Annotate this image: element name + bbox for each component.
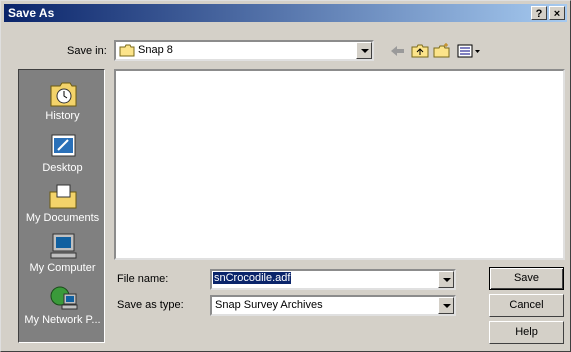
- help-button[interactable]: Help: [489, 321, 564, 344]
- place-my-computer[interactable]: My Computer: [19, 232, 106, 274]
- place-history[interactable]: History: [19, 80, 106, 122]
- places-bar: History Desktop My Documents My Computer…: [18, 69, 105, 343]
- save-as-type-dropdown[interactable]: Snap Survey Archives: [210, 295, 456, 316]
- place-desktop-label: Desktop: [42, 162, 83, 174]
- place-desktop[interactable]: Desktop: [19, 132, 106, 174]
- place-my-network-label: My Network P...: [24, 314, 101, 326]
- file-name-value: snCrocodile.adf: [213, 272, 292, 284]
- desktop-icon: [51, 134, 75, 157]
- save-as-type-dropdown-arrow[interactable]: [438, 297, 454, 314]
- place-my-computer-label: My Computer: [29, 262, 96, 274]
- save-in-label: Save in:: [67, 45, 107, 57]
- save-in-dropdown-arrow[interactable]: [356, 42, 372, 59]
- my-network-places-icon: [50, 286, 77, 310]
- my-computer-icon: [50, 233, 76, 259]
- file-name-dropdown-arrow[interactable]: [438, 271, 454, 288]
- history-icon: [50, 82, 76, 107]
- save-as-type-value: Snap Survey Archives: [215, 299, 323, 311]
- place-my-network-places[interactable]: My Network P...: [19, 284, 106, 326]
- window-title: Save As: [8, 6, 55, 20]
- my-documents-icon: [49, 184, 76, 209]
- title-bar: Save As ? ×: [4, 4, 567, 22]
- new-folder-icon[interactable]: [432, 42, 452, 60]
- place-history-label: History: [45, 110, 80, 122]
- place-my-documents[interactable]: My Documents: [19, 182, 106, 224]
- file-list[interactable]: [114, 69, 565, 260]
- place-my-documents-label: My Documents: [25, 212, 100, 224]
- file-name-input[interactable]: snCrocodile.adf: [210, 269, 456, 290]
- close-button[interactable]: ×: [549, 6, 565, 20]
- save-button[interactable]: Save: [489, 267, 564, 290]
- save-as-type-label: Save as type:: [117, 299, 184, 311]
- up-one-level-icon[interactable]: [410, 42, 430, 60]
- folder-icon: [119, 44, 135, 57]
- save-as-dialog: Save As ? × Save in: Snap 8 History Desk…: [0, 0, 571, 352]
- help-title-button[interactable]: ?: [531, 6, 547, 20]
- save-in-dropdown[interactable]: Snap 8: [114, 40, 374, 61]
- cancel-button[interactable]: Cancel: [489, 294, 564, 317]
- file-name-label: File name:: [117, 273, 169, 285]
- view-menu-icon[interactable]: [456, 42, 482, 60]
- back-icon[interactable]: [388, 42, 408, 60]
- save-in-value: Snap 8: [138, 44, 173, 56]
